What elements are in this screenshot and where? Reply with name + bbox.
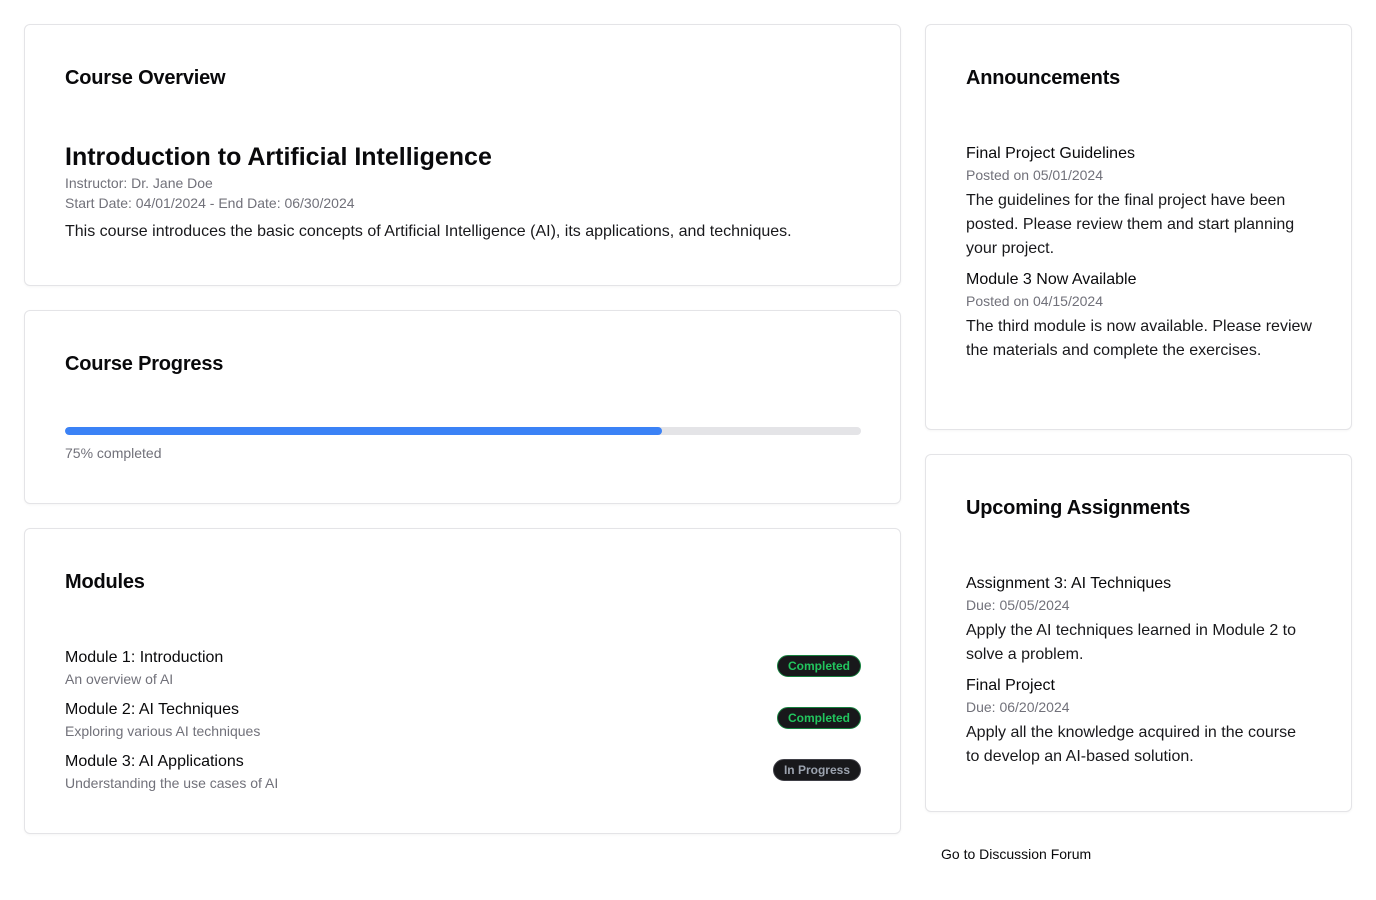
assignment-due-date: Due: 05/05/2024	[966, 597, 1070, 613]
course-dates: Start Date: 04/01/2024 - End Date: 06/30…	[65, 195, 355, 211]
assignments-card: Upcoming Assignments Assignment 3: AI Te…	[925, 454, 1352, 812]
announcement-date: Posted on 05/01/2024	[966, 167, 1104, 183]
module-title: Module 2: AI Techniques	[65, 701, 240, 718]
course-name: Introduction to Artificial Intelligence	[65, 143, 492, 171]
announcements-card: Announcements Final Project Guidelines P…	[925, 24, 1352, 430]
assignment-item: Assignment 3: AI Techniques Due: 05/05/2…	[966, 573, 1311, 667]
assignment-item: Final Project Due: 06/20/2024 Apply all …	[966, 675, 1311, 769]
announcement-list: Final Project Guidelines Posted on 05/01…	[966, 143, 1316, 371]
assignment-body: Apply the AI techniques learned in Modul…	[966, 622, 1296, 663]
assignment-list: Assignment 3: AI Techniques Due: 05/05/2…	[966, 573, 1311, 777]
status-badge: Completed	[776, 655, 861, 677]
status-badge: Completed	[776, 707, 861, 729]
assignment-title: Assignment 3: AI Techniques	[966, 575, 1172, 592]
assignment-due-date: Due: 06/20/2024	[966, 699, 1070, 715]
module-item[interactable]: Module 3: AI Applications Understanding …	[65, 751, 861, 803]
module-item[interactable]: Module 1: Introduction An overview of AI…	[65, 647, 861, 699]
announcement-item: Final Project Guidelines Posted on 05/01…	[966, 143, 1316, 261]
module-subtitle: Understanding the use cases of AI	[65, 775, 279, 791]
announcement-item: Module 3 Now Available Posted on 04/15/2…	[966, 269, 1316, 363]
announcement-title: Final Project Guidelines	[966, 145, 1135, 162]
announcement-body: The third module is now available. Pleas…	[966, 318, 1312, 359]
status-badge: In Progress	[772, 759, 861, 781]
assignments-heading: Upcoming Assignments	[966, 497, 1191, 519]
module-subtitle: An overview of AI	[65, 671, 174, 687]
course-progress-heading: Course Progress	[65, 353, 224, 375]
module-title: Module 1: Introduction	[65, 649, 224, 666]
progress-bar-fill	[65, 427, 662, 435]
announcement-title: Module 3 Now Available	[966, 271, 1137, 288]
instructor-text: Instructor: Dr. Jane Doe	[65, 175, 213, 191]
module-title: Module 3: AI Applications	[65, 753, 244, 770]
modules-heading: Modules	[65, 571, 145, 593]
course-overview-card: Course Overview Introduction to Artifici…	[24, 24, 901, 286]
announcement-date: Posted on 04/15/2024	[966, 293, 1104, 309]
module-subtitle: Exploring various AI techniques	[65, 723, 261, 739]
assignment-body: Apply all the knowledge acquired in the …	[966, 724, 1296, 765]
course-progress-card: Course Progress 75% completed	[24, 310, 901, 504]
course-description: This course introduces the basic concept…	[65, 223, 792, 240]
announcements-heading: Announcements	[966, 67, 1121, 89]
announcement-body: The guidelines for the final project hav…	[966, 192, 1295, 257]
module-item[interactable]: Module 2: AI Techniques Exploring variou…	[65, 699, 861, 751]
assignment-title: Final Project	[966, 677, 1055, 694]
discussion-forum-link[interactable]: Go to Discussion Forum	[941, 846, 1091, 862]
course-overview-heading: Course Overview	[65, 67, 226, 89]
progress-label: 75% completed	[65, 445, 162, 461]
progress-bar-track	[65, 427, 861, 435]
modules-card: Modules Module 1: Introduction An overvi…	[24, 528, 901, 834]
module-list: Module 1: Introduction An overview of AI…	[65, 647, 861, 803]
